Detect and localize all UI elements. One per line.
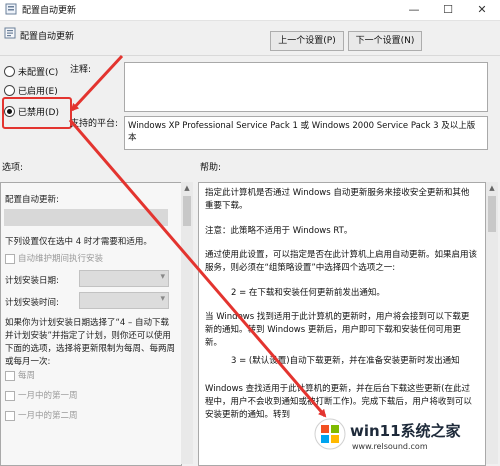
title-bar: 配置自动更新 — ☐ ✕ bbox=[0, 0, 500, 21]
checkbox-label: 自动维护期间执行安装 bbox=[18, 254, 104, 264]
setting-name: 配置自动更新 bbox=[20, 32, 75, 42]
schedule-paragraph: 如果你为计划安装日期选择了“4 – 自动下载并计划安装”并指定了计划，则你还可以… bbox=[5, 318, 176, 367]
schedule-time-label: 计划安装时间: bbox=[5, 298, 59, 308]
watermark-title: win11系统之家 bbox=[350, 422, 461, 440]
schedule-day-select[interactable] bbox=[79, 270, 169, 287]
help-paragraph: 注意：此策略不适用于 Windows RT。 bbox=[205, 226, 353, 236]
maintenance-install-checkbox[interactable]: 自动维护期间执行安装 bbox=[5, 252, 103, 264]
options-label: 选项: bbox=[2, 163, 24, 173]
help-paragraph: 2 = 在下载和安装任何更新前发出通知。 bbox=[231, 288, 385, 298]
checkbox-box bbox=[5, 390, 15, 401]
windows-logo-icon bbox=[314, 418, 346, 450]
help-paragraph: 3 = (默认设置)自动下载更新，并在准备安装更新时发出通知 bbox=[231, 356, 460, 366]
minimize-button[interactable]: — bbox=[398, 0, 430, 20]
policy-settings-icon bbox=[5, 3, 17, 15]
help-paragraph: 指定此计算机是否通过 Windows 自动更新服务来接收安全更新和其他重要下载。 bbox=[205, 188, 470, 211]
help-paragraph: 当 Windows 找到适用于此计算机的更新时，用户将会接到可以下载更新的通知。… bbox=[205, 312, 470, 348]
watermark: win11系统之家 www.relsound.com bbox=[308, 412, 498, 462]
window-title: 配置自动更新 bbox=[22, 6, 77, 16]
radio-label: 已启用(E) bbox=[18, 86, 58, 97]
configure-updates-dropdown[interactable] bbox=[4, 209, 168, 226]
next-setting-button[interactable]: 下一个设置(N) bbox=[348, 31, 422, 51]
radio-enabled[interactable]: 已启用(E) bbox=[4, 83, 58, 97]
previous-setting-button[interactable]: 上一个设置(P) bbox=[270, 31, 344, 51]
divider bbox=[0, 55, 500, 56]
checkbox-box bbox=[5, 410, 15, 421]
checkbox-label: 一月中的第二周 bbox=[18, 411, 78, 421]
help-paragraph: 通过使用此设置，可以指定是否在此计算机上启用自动更新。如果启用该服务，则必须在“… bbox=[205, 250, 478, 273]
scroll-up-arrow-icon[interactable]: ▲ bbox=[181, 182, 193, 194]
second-week-checkbox[interactable]: 一月中的第二周 bbox=[5, 409, 78, 421]
radio-label: 未配置(C) bbox=[18, 67, 59, 78]
setting-icon bbox=[4, 27, 16, 39]
comment-textarea[interactable] bbox=[124, 62, 488, 112]
scroll-up-arrow-icon[interactable]: ▲ bbox=[486, 182, 498, 194]
options-panel: 配置自动更新: 下列设置仅在选中 4 时才需要和适用。 自动维护期间执行安装 计… bbox=[0, 182, 182, 466]
supported-platforms-label: 支持的平台: bbox=[70, 119, 119, 129]
first-week-checkbox[interactable]: 一月中的第一周 bbox=[5, 389, 78, 401]
radio-not-configured[interactable]: 未配置(C) bbox=[4, 64, 58, 78]
checkbox-box bbox=[5, 370, 15, 381]
checkbox-label: 一月中的第一周 bbox=[18, 391, 78, 401]
radio-indicator bbox=[4, 65, 15, 77]
options-scrollbar[interactable]: ▲ bbox=[181, 182, 193, 464]
radio-indicator bbox=[4, 84, 15, 96]
supported-platforms-text: Windows XP Professional Service Pack 1 或… bbox=[128, 121, 476, 143]
weekly-checkbox[interactable]: 每周 bbox=[5, 369, 35, 381]
annotation-highlight-box bbox=[2, 97, 72, 129]
comment-label: 注释: bbox=[70, 65, 92, 75]
checkbox-label: 每周 bbox=[18, 371, 36, 381]
close-button[interactable]: ✕ bbox=[466, 0, 498, 20]
schedule-time-select[interactable] bbox=[79, 292, 169, 309]
scrollbar-thumb[interactable] bbox=[488, 196, 496, 232]
configure-updates-label: 配置自动更新: bbox=[5, 195, 59, 205]
watermark-url: www.relsound.com bbox=[352, 442, 428, 451]
checkbox-box bbox=[5, 253, 15, 264]
schedule-day-label: 计划安装日期: bbox=[5, 276, 59, 286]
scrollbar-thumb[interactable] bbox=[183, 196, 191, 226]
help-label: 帮助: bbox=[200, 163, 222, 173]
maximize-button[interactable]: ☐ bbox=[432, 0, 464, 20]
note-text: 下列设置仅在选中 4 时才需要和适用。 bbox=[5, 237, 152, 247]
